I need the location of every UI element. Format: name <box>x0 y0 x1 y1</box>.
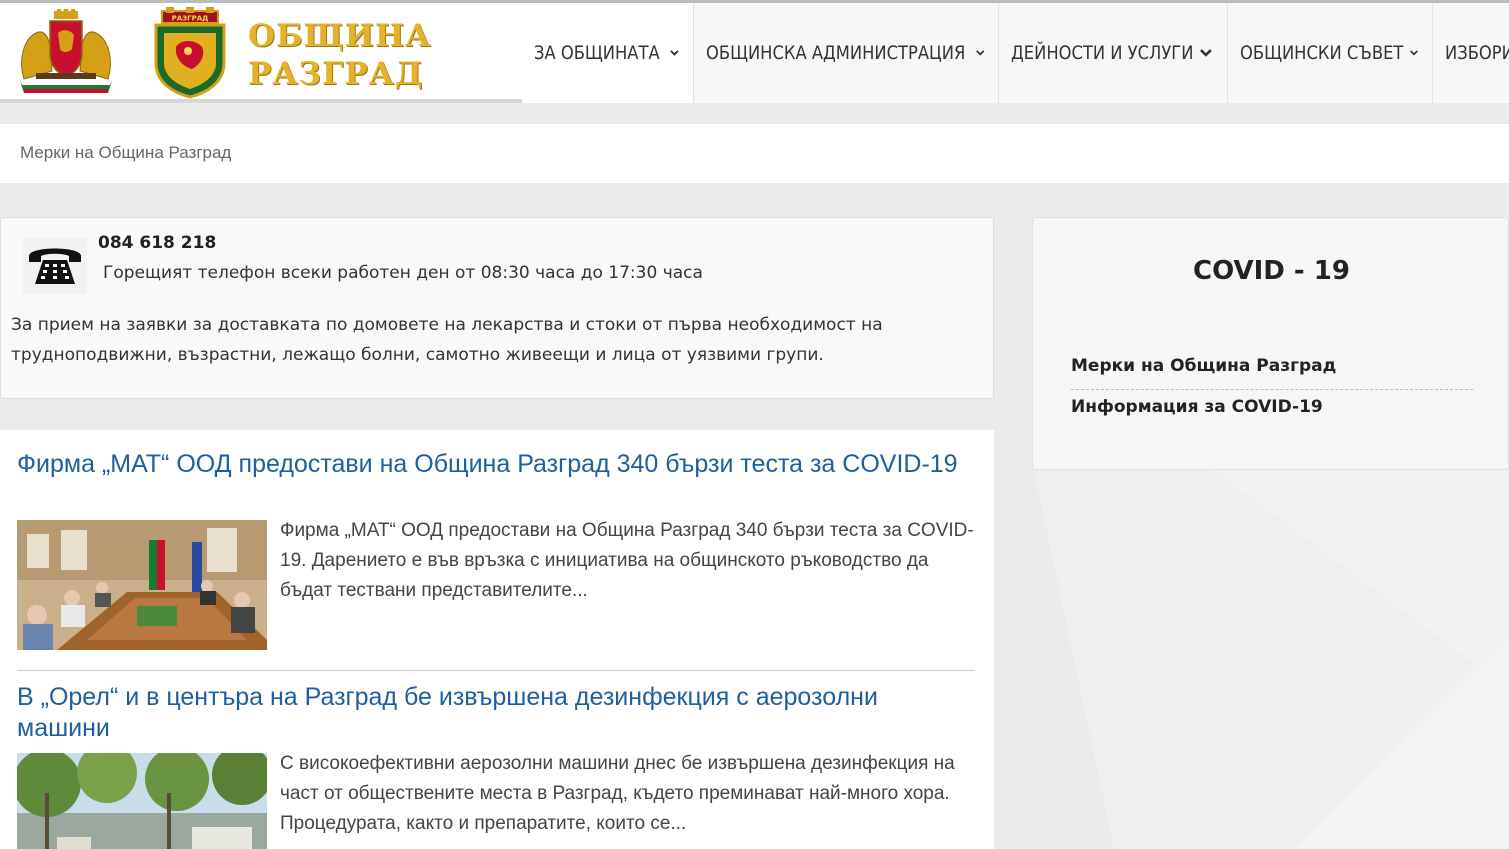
breadcrumb-current: Мерки на Община Разград <box>20 143 232 162</box>
nav-item-label: ИЗБОРИ <box>1445 42 1509 64</box>
sidebar-title: COVID - 19 <box>1193 256 1350 286</box>
nav-item-label: ДЕЙНОСТИ И УСЛУГИ <box>1011 42 1194 64</box>
nav-item-about[interactable]: ЗА ОБЩИНАТА <box>522 3 694 103</box>
article-thumbnail[interactable] <box>17 520 267 650</box>
nav-item-services[interactable]: ДЕЙНОСТИ И УСЛУГИ <box>999 3 1228 103</box>
list-item: Фирма „МАТ“ ООД предостави на Община Раз… <box>17 449 975 650</box>
bulgaria-coat-of-arms-icon[interactable] <box>14 7 118 97</box>
logo-text-line1: ОБЩИНА <box>248 18 432 54</box>
background-texture <box>1034 470 1509 849</box>
article-excerpt: Фирма „МАТ“ ООД предостави на Община Раз… <box>280 520 974 601</box>
breadcrumb: Мерки на Община Разград <box>0 124 1509 183</box>
hotline-phone-number: 084 618 218 <box>98 233 217 253</box>
site-header: РАЗГРАД ОБЩИНА РАЗГРАД ЗА ОБЩИНАТА ОБЩИН… <box>0 3 1509 103</box>
chevron-down-icon <box>1410 50 1418 56</box>
hotline-hours: Горещият телефон всеки работен ден от 08… <box>103 263 703 283</box>
chevron-down-icon <box>1200 49 1212 57</box>
chevron-down-icon <box>975 50 984 56</box>
covid-sidebar: COVID - 19 Мерки на Община Разград Инфор… <box>1032 217 1509 470</box>
nav-item-label: ОБЩИНСКА АДМИНИСТРАЦИЯ <box>706 42 966 64</box>
article-divider <box>17 670 975 671</box>
nav-item-elections[interactable]: ИЗБОРИ <box>1433 3 1509 103</box>
crest-banner-text: РАЗГРАД <box>172 15 209 23</box>
main-nav: ЗА ОБЩИНАТА ОБЩИНСКА АДМИНИСТРАЦИЯ ДЕЙНО… <box>522 3 1509 103</box>
sidebar-link-measures[interactable]: Мерки на Община Разград <box>1071 356 1473 390</box>
article-excerpt: С високоефективни аерозолни машини днес … <box>280 753 955 834</box>
logo-text-line2: РАЗГРАД <box>248 56 424 92</box>
telephone-icon <box>23 238 87 294</box>
nav-item-administration[interactable]: ОБЩИНСКА АДМИНИСТРАЦИЯ <box>694 3 999 103</box>
razgrad-crest-icon[interactable]: РАЗГРАД <box>152 7 228 99</box>
nav-item-council[interactable]: ОБЩИНСКИ СЪВЕТ <box>1228 3 1433 103</box>
article-title-link[interactable]: В „Орел“ и в центъра на Разград бе извър… <box>17 682 975 744</box>
hotline-info-box: 084 618 218 Горещият телефон всеки работ… <box>0 217 994 399</box>
nav-item-label: ЗА ОБЩИНАТА <box>534 42 660 64</box>
sidebar-link-covid-info[interactable]: Информация за COVID-19 <box>1071 397 1473 417</box>
chevron-down-icon <box>670 50 679 56</box>
article-thumbnail[interactable] <box>17 753 267 849</box>
logo-wordmark[interactable]: ОБЩИНА РАЗГРАД <box>248 17 431 93</box>
news-list: Фирма „МАТ“ ООД предостави на Община Раз… <box>0 430 994 849</box>
list-item: В „Орел“ и в центъра на Разград бе извър… <box>17 682 975 849</box>
nav-item-label: ОБЩИНСКИ СЪВЕТ <box>1240 42 1404 64</box>
article-title-link[interactable]: Фирма „МАТ“ ООД предостави на Община Раз… <box>17 449 975 480</box>
hotline-description: За прием на заявки за доставката по домо… <box>11 315 883 365</box>
